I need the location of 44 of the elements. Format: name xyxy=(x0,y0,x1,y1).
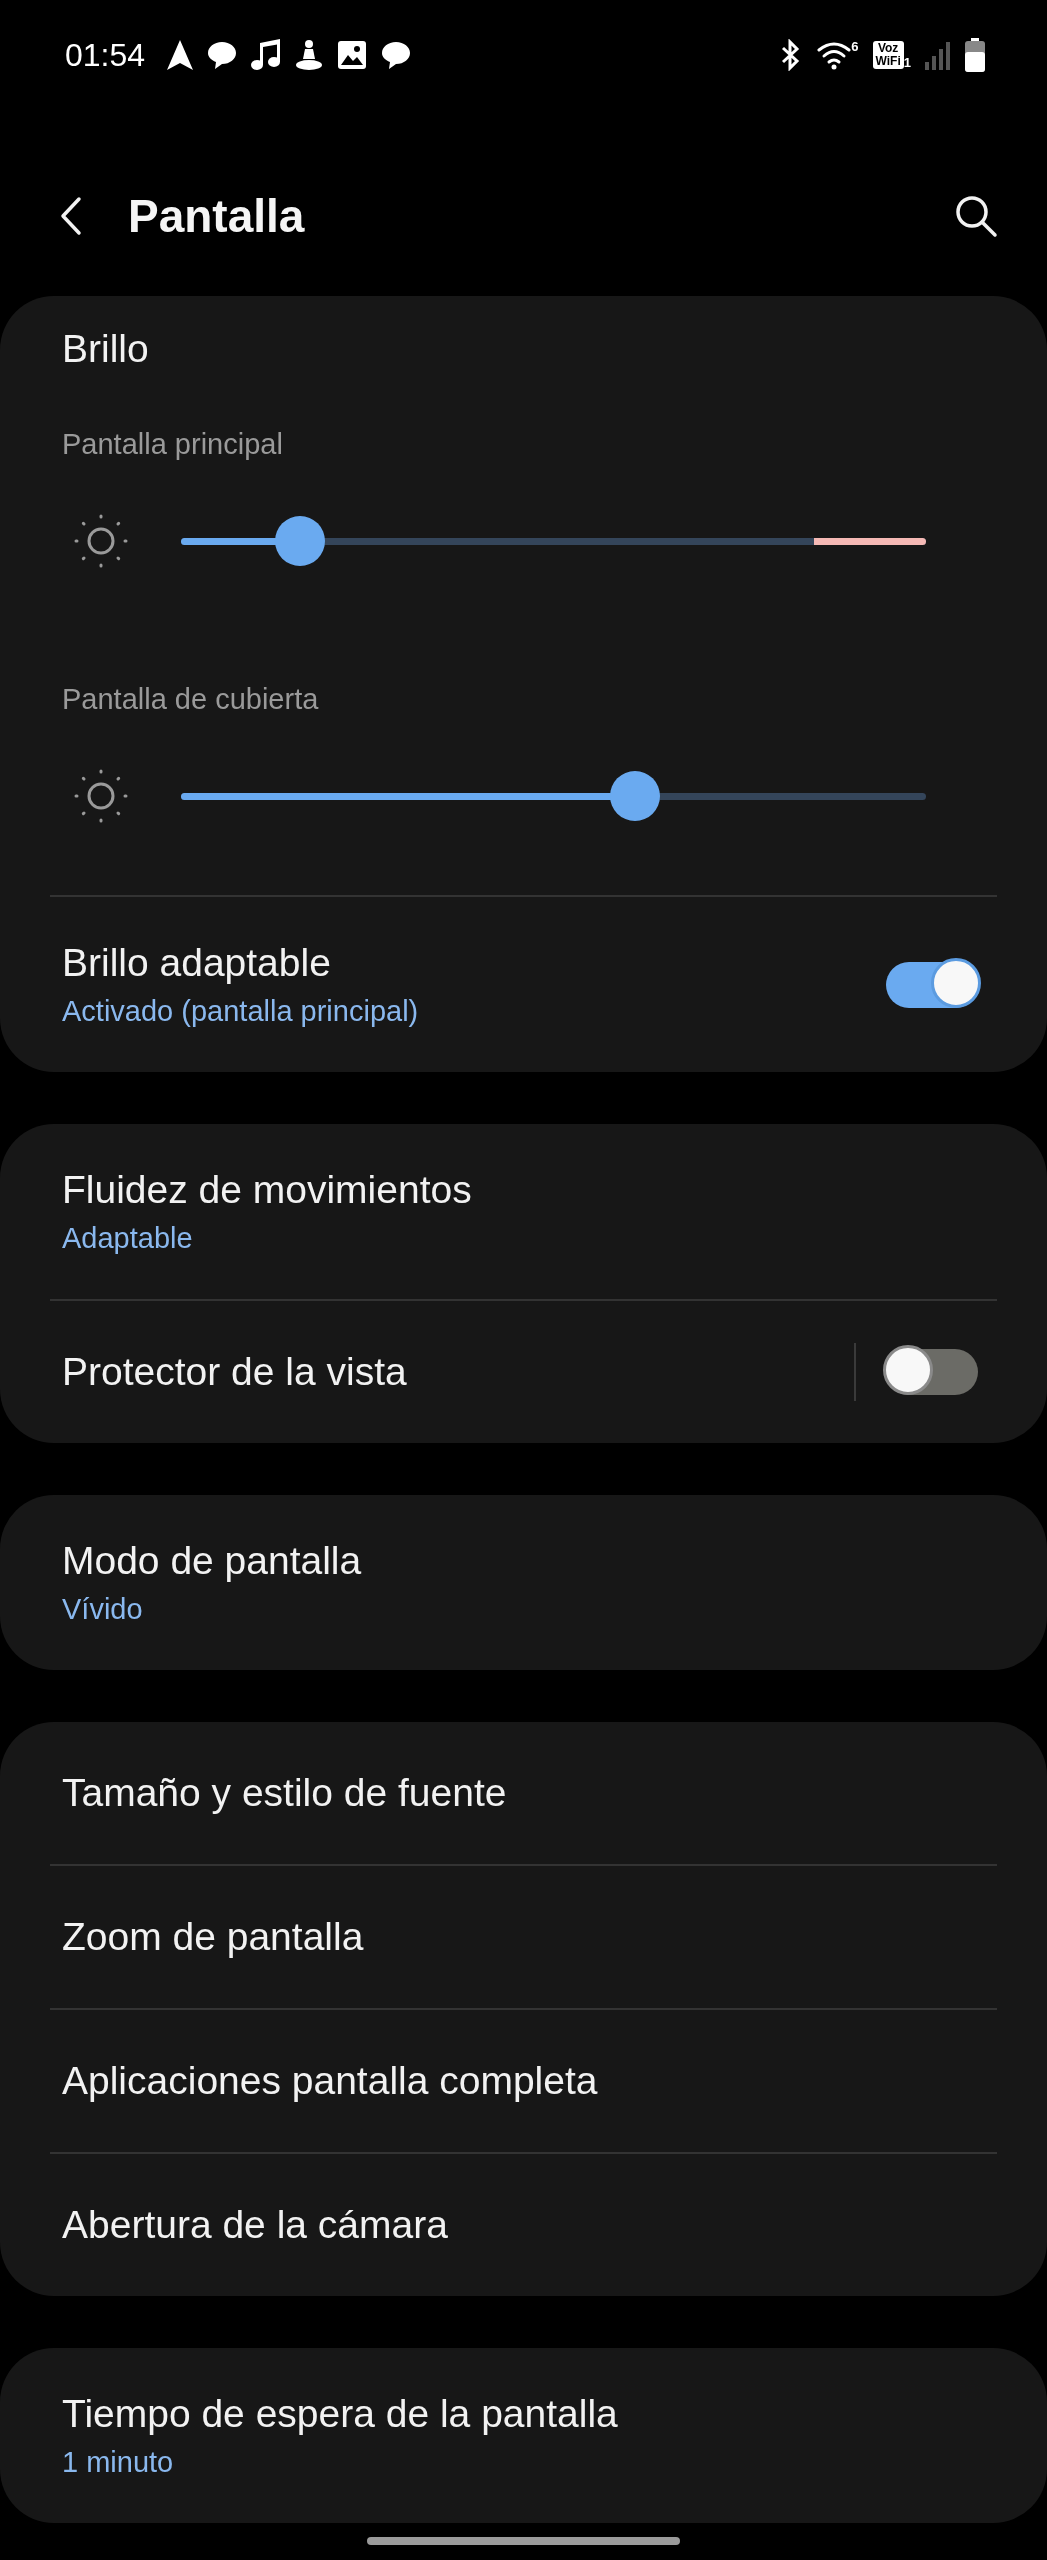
setting-value: 1 minuto xyxy=(62,2446,175,2479)
wifi-calling-badge: Voz WiFi xyxy=(872,41,904,69)
setting-row[interactable]: Aplicaciones pantalla completa xyxy=(50,2010,997,2152)
wifi-band-label: 6 xyxy=(851,40,859,53)
brightness-icon xyxy=(72,512,130,570)
setting-value: Vívido xyxy=(62,1593,144,1626)
brightness-icon xyxy=(72,767,130,825)
setting-title: Zoom de pantalla xyxy=(62,1915,365,1959)
status-time: 01:54 xyxy=(65,36,146,74)
setting-row[interactable]: Zoom de pantalla xyxy=(50,1866,997,2008)
page-title: Pantalla xyxy=(128,189,306,243)
slider-label: Pantalla principal xyxy=(61,426,284,462)
battery-icon xyxy=(965,38,985,72)
setting-title: Tiempo de espera de la pantalla xyxy=(62,2392,619,2436)
setting-title: Brillo adaptable xyxy=(62,941,332,985)
setting-title: Protector de la vista xyxy=(62,1350,408,1394)
setting-title: Fluidez de movimientos xyxy=(62,1168,473,1212)
setting-title: Aplicaciones pantalla completa xyxy=(62,2059,599,2103)
image-icon xyxy=(337,40,368,70)
setting-row[interactable]: Fluidez de movimientos Adaptable xyxy=(50,1124,997,1299)
setting-row[interactable]: Brillo adaptable Activado (pantalla principal) xyxy=(50,897,997,1072)
sim-number: 1 xyxy=(903,56,911,69)
signal-icon xyxy=(925,40,951,70)
figure-icon xyxy=(295,39,324,71)
setting-row[interactable]: Modo de pantalla Vívido xyxy=(50,1495,997,1670)
setting-row[interactable]: Protector de la vista xyxy=(50,1301,997,1443)
music-note-icon xyxy=(251,39,282,71)
setting-row[interactable]: Abertura de la cámara xyxy=(50,2154,997,2296)
setting-row[interactable]: Tiempo de espera de la pantalla 1 minuto xyxy=(50,2348,997,2523)
back-icon xyxy=(60,196,82,236)
setting-title: Abertura de la cámara xyxy=(62,2203,449,2247)
section-heading: Brillo xyxy=(61,326,150,372)
toggle-switch[interactable] xyxy=(886,961,978,1008)
setting-value: Adaptable xyxy=(62,1222,194,1255)
navigation-arrow-icon xyxy=(167,40,194,70)
setting-title: Modo de pantalla xyxy=(62,1539,363,1583)
setting-value: Activado (pantalla principal) xyxy=(62,995,420,1028)
chat-bubble-icon xyxy=(381,40,412,70)
search-icon xyxy=(953,193,999,239)
wifi-icon xyxy=(817,40,852,70)
setting-title: Tamaño y estilo de fuente xyxy=(62,1771,508,1815)
chat-bubble-icon xyxy=(207,40,238,70)
slider-label: Pantalla de cubierta xyxy=(61,681,320,717)
setting-row[interactable]: Tamaño y estilo de fuente xyxy=(50,1722,997,1864)
